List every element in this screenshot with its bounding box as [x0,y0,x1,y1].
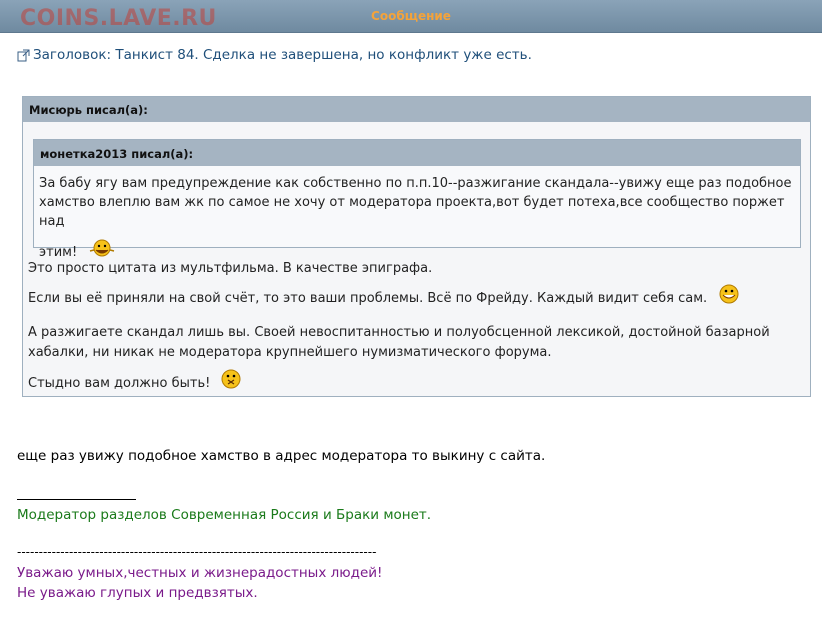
quote-inner-line: хамство влеплю вам жк по самое не хочу о… [39,195,785,229]
smiley-shocked-icon [220,369,242,391]
signature-moderator: Модератор разделов Современная Россия и … [17,507,432,523]
signature-divider [17,499,136,500]
signature-line: Уважаю умных,честных и жизнерадостных лю… [17,565,383,581]
message-subject-text: Заголовок: Танкист 84. Сделка не заверше… [33,47,532,63]
quote-block-inner: монетка2013 писал(а): За бабу ягу вам пр… [33,139,801,260]
smiley-laughing-icon [87,238,115,260]
quote-outer-text: Это просто цитата из мультфильма. В каче… [28,259,803,394]
quote-inner-author: монетка2013 писал(а): [34,140,800,166]
quote-outer-line: Стыдно вам должно быть! [28,369,803,394]
external-link-icon [17,49,30,62]
smiley-grin-icon [717,284,739,306]
post-body-text: еще раз увижу подобное хамство в адрес м… [17,448,546,464]
quote-outer-line: А разжигаете скандал лишь вы. Своей нево… [28,325,770,360]
quote-inner-text: За бабу ягу вам предупреждение как собст… [34,166,800,262]
quote-outer-line: Если вы её приняли на свой счёт, то это … [28,284,803,309]
signature-line: Не уважаю глупых и предвзятых. [17,585,258,601]
quote-inner-line: За бабу ягу вам предупреждение как собст… [39,176,792,191]
quote-block-outer: Мисюрь писал(а): монетка2013 писал(а): З… [22,96,811,397]
signature-dash-line: ----------------------------------------… [17,545,377,559]
message-subject: Заголовок: Танкист 84. Сделка не заверше… [17,47,532,63]
message-header-title: Сообщение [371,9,451,23]
quote-outer-line: Это просто цитата из мультфильма. В каче… [28,261,433,276]
quote-outer-author: Мисюрь писал(а): [23,97,810,122]
